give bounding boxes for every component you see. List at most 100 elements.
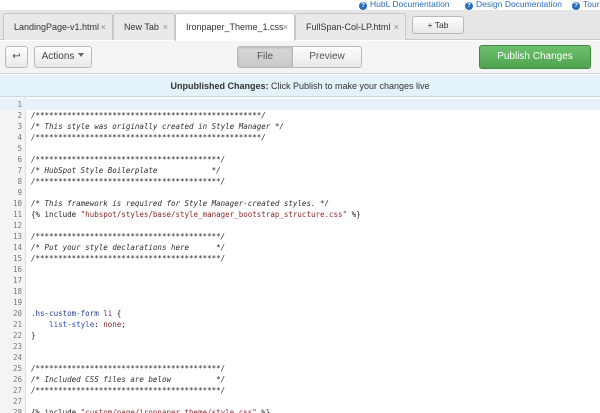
code-line[interactable]: 27 /*************************************… [0, 385, 600, 396]
code-text: /***************************************… [31, 253, 225, 264]
tab-fullspan-col-lp[interactable]: FullSpan-Col-LP.html × [295, 13, 406, 40]
code-line[interactable]: 26 /* Included CSS files are below */ [0, 374, 600, 385]
code-token-plain: %} [256, 408, 271, 413]
code-line[interactable]: 16 [0, 264, 600, 275]
close-icon[interactable]: × [394, 14, 399, 40]
code-token-comment: /***************************************… [31, 232, 226, 241]
line-number: 6 [17, 155, 22, 164]
code-token-comment: /* Included CSS files are below */ [31, 375, 226, 384]
code-line[interactable]: 13 /*************************************… [0, 231, 600, 242]
code-line[interactable]: 8 /**************************************… [0, 176, 600, 187]
code-token-plain: } [31, 331, 36, 340]
add-tab-button[interactable]: + Tab [412, 16, 464, 34]
line-number: 27 [12, 386, 22, 395]
line-number: 3 [17, 122, 22, 131]
actions-dropdown-button[interactable]: Actions [34, 46, 92, 68]
code-line[interactable]: 17 [0, 275, 600, 286]
code-line[interactable]: 24 [0, 352, 600, 363]
line-number: 21 [12, 320, 22, 329]
help-icon: ? [572, 2, 580, 10]
code-token-comment: /***************************************… [31, 364, 226, 373]
line-number: 14 [12, 243, 22, 252]
code-text: /* HubSpot Style Boilerplate */ [31, 165, 221, 176]
code-editor[interactable]: 1 2/*************************************… [0, 97, 600, 413]
code-line[interactable]: 18 [0, 286, 600, 297]
code-line[interactable]: 11 {% include "hubspot/styles/base/style_… [0, 209, 600, 220]
tab-new-tab[interactable]: New Tab × [113, 13, 175, 40]
back-button[interactable]: ↩ [5, 46, 28, 68]
line-number: 26 [12, 375, 22, 384]
code-text: {% include "custom/page/ironpaper_theme/… [31, 407, 270, 413]
code-token-string: "hubspot/styles/base/style_manager_boots… [80, 210, 348, 219]
code-token-comment: /***************************************… [31, 254, 226, 263]
code-text: {% include "hubspot/styles/base/style_ma… [31, 209, 361, 220]
code-token-comment: /***************************************… [31, 386, 226, 395]
code-text: /***************************************… [31, 132, 266, 143]
code-text: /***************************************… [31, 363, 225, 374]
line-number: 2 [17, 111, 22, 120]
tour-link[interactable]: ? Tour [572, 0, 600, 10]
code-line[interactable]: 7 /* HubSpot Style Boilerplate */ [0, 165, 600, 176]
code-text: /* This style was originally created in … [31, 121, 284, 132]
code-line[interactable]: 12 [0, 220, 600, 231]
code-line[interactable]: 10 /* This framework is required for Styl… [0, 198, 600, 209]
tab-label: LandingPage-v1.html [14, 22, 100, 32]
code-token-plain: { [112, 309, 122, 318]
code-line[interactable]: 2 /**************************************… [0, 110, 600, 121]
code-token-prop: list-style [49, 320, 95, 329]
preview-view-toggle[interactable]: Preview [292, 46, 362, 68]
code-line[interactable]: 25 /*************************************… [0, 363, 600, 374]
code-line[interactable]: 28 {% include "custom/page/ironpaper_them… [0, 407, 600, 413]
line-number: 10 [12, 199, 22, 208]
line-number: 4 [17, 133, 22, 142]
code-text: .hs-custom-form li { [31, 308, 121, 319]
tab-landingpage-v1[interactable]: LandingPage-v1.html × [3, 13, 113, 40]
code-text: /* This framework is required for Style … [31, 198, 329, 209]
line-number: 1 [17, 100, 22, 109]
line-number: 16 [12, 265, 22, 274]
design-documentation-link[interactable]: ? Design Documentation [465, 0, 562, 10]
line-number: 17 [12, 276, 22, 285]
hubl-documentation-link[interactable]: ? HubL Documentation [359, 0, 450, 10]
code-line[interactable]: 21 list-style: none; [0, 319, 600, 330]
code-line[interactable]: 6 /**************************************… [0, 154, 600, 165]
code-token-comment: /***************************************… [31, 177, 226, 186]
code-line[interactable]: 19 [0, 297, 600, 308]
tab-ironpaper-theme-css[interactable]: Ironpaper_Theme_1.css × [175, 13, 295, 41]
code-line[interactable]: 4 /**************************************… [0, 132, 600, 143]
code-line[interactable]: 3 /* This style was originally created in… [0, 121, 600, 132]
code-token-plain: {% include [31, 408, 81, 413]
close-icon[interactable]: × [283, 14, 288, 40]
file-view-toggle[interactable]: File [237, 46, 293, 68]
code-token-plain: {% include [31, 210, 81, 219]
code-line[interactable]: 22} [0, 330, 600, 341]
code-token-comment: /***************************************… [31, 111, 266, 120]
line-number: 15 [12, 254, 22, 263]
code-line[interactable]: 15 /*************************************… [0, 253, 600, 264]
code-token-comment: /* This framework is required for Style … [31, 199, 330, 208]
code-line[interactable]: 5 [0, 143, 600, 154]
unpublished-changes-banner: Unpublished Changes: Click Publish to ma… [0, 75, 600, 97]
close-icon[interactable]: × [101, 14, 106, 40]
code-text: /***************************************… [31, 154, 225, 165]
tab-label: Ironpaper_Theme_1.css [186, 22, 284, 32]
close-icon[interactable]: × [163, 14, 168, 40]
tab-bar: LandingPage-v1.html × New Tab × Ironpape… [0, 10, 600, 41]
line-number: 11 [12, 210, 22, 219]
code-line[interactable]: 14 /* Put your style declarations here */ [0, 242, 600, 253]
banner-text: Click Publish to make your changes live [268, 81, 430, 91]
code-line[interactable]: 23 [0, 341, 600, 352]
code-token-plain: ; [121, 320, 126, 329]
code-line[interactable]: 9 [0, 187, 600, 198]
tab-label: FullSpan-Col-LP.html [306, 22, 391, 32]
line-number: 28 [12, 408, 22, 413]
actions-label: Actions [41, 51, 75, 62]
help-icon: ? [359, 2, 367, 10]
code-line[interactable]: 27 [0, 396, 600, 407]
code-line[interactable]: 1 [0, 99, 600, 110]
code-line[interactable]: 20 .hs-custom-form li { [0, 308, 600, 319]
code-text: /* Included CSS files are below */ [31, 374, 225, 385]
code-token-comment: /* HubSpot Style Boilerplate */ [31, 166, 221, 175]
code-text: list-style: none; [31, 319, 126, 330]
publish-changes-button[interactable]: Publish Changes [479, 45, 591, 69]
